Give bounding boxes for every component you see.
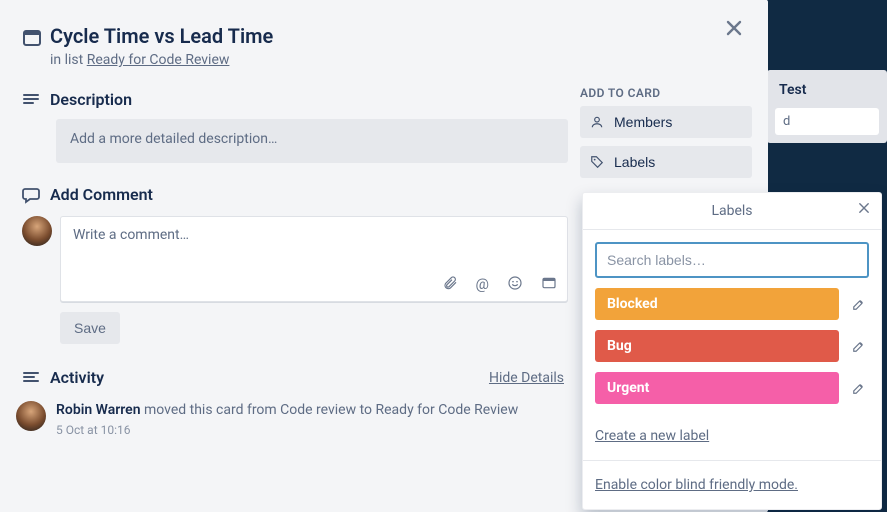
card-main-column: Cycle Time vs Lead Time in list Ready fo…: [16, 16, 568, 437]
activity-icon: [22, 369, 50, 387]
comment-placeholder: Write a comment…: [73, 227, 555, 243]
labels-popover: Labels Blocked Bug Urgent Create a new lab…: [582, 192, 882, 510]
list-prefix: in list: [50, 52, 87, 68]
card-side-column: ADD TO CARD Members Labels: [580, 86, 752, 186]
labels-button[interactable]: Labels: [580, 146, 752, 178]
pencil-icon[interactable]: [849, 339, 869, 353]
label-search-input[interactable]: [595, 242, 869, 278]
description-input[interactable]: Add a more detailed description…: [56, 119, 568, 163]
colorblind-link[interactable]: Enable color blind friendly mode.: [583, 465, 881, 505]
description-heading: Description: [50, 90, 132, 109]
activity-user: Robin Warren: [56, 402, 141, 418]
avatar: [22, 216, 52, 246]
label-chip[interactable]: Blocked: [595, 288, 839, 320]
members-icon: [590, 115, 606, 129]
label-chip[interactable]: Urgent: [595, 372, 839, 404]
label-chip[interactable]: Bug: [595, 330, 839, 362]
comment-input[interactable]: Write a comment… @: [60, 216, 568, 302]
avatar: [16, 401, 46, 431]
activity-time: 5 Oct at 10:16: [56, 423, 518, 437]
emoji-icon[interactable]: [507, 275, 523, 293]
members-label: Members: [614, 114, 672, 130]
card-title[interactable]: Cycle Time vs Lead Time: [50, 24, 273, 48]
members-button[interactable]: Members: [580, 106, 752, 138]
mention-icon[interactable]: @: [476, 275, 489, 293]
card-icon: [22, 24, 50, 48]
activity-entry: Robin Warren moved this card from Code r…: [56, 401, 518, 421]
add-to-card-heading: ADD TO CARD: [580, 86, 752, 100]
close-icon[interactable]: [718, 12, 750, 44]
popover-title: Labels: [711, 203, 752, 219]
label-row: Blocked: [595, 288, 869, 320]
labels-icon: [590, 155, 606, 169]
hide-details-link[interactable]: Hide Details: [489, 370, 564, 386]
labels-label: Labels: [614, 154, 655, 170]
activity-action: moved this card from Code review to Read…: [141, 402, 519, 418]
label-row: Urgent: [595, 372, 869, 404]
popover-header: Labels: [583, 193, 881, 230]
card-list-location: in list Ready for Code Review: [50, 52, 568, 68]
save-button[interactable]: Save: [60, 312, 120, 344]
description-icon: [22, 91, 50, 109]
attachment-icon[interactable]: [442, 275, 458, 293]
board-list-title: Test: [775, 78, 879, 102]
create-label-link[interactable]: Create a new label: [583, 416, 881, 456]
close-icon[interactable]: [857, 201, 871, 215]
list-link[interactable]: Ready for Code Review: [87, 52, 230, 68]
board-list: Test d: [767, 70, 887, 143]
pencil-icon[interactable]: [849, 381, 869, 395]
card-attach-icon[interactable]: [541, 275, 557, 293]
comment-heading: Add Comment: [50, 185, 153, 204]
comment-icon: [22, 186, 50, 204]
pencil-icon[interactable]: [849, 297, 869, 311]
board-card[interactable]: d: [775, 108, 879, 135]
activity-heading: Activity: [50, 368, 104, 387]
label-row: Bug: [595, 330, 869, 362]
